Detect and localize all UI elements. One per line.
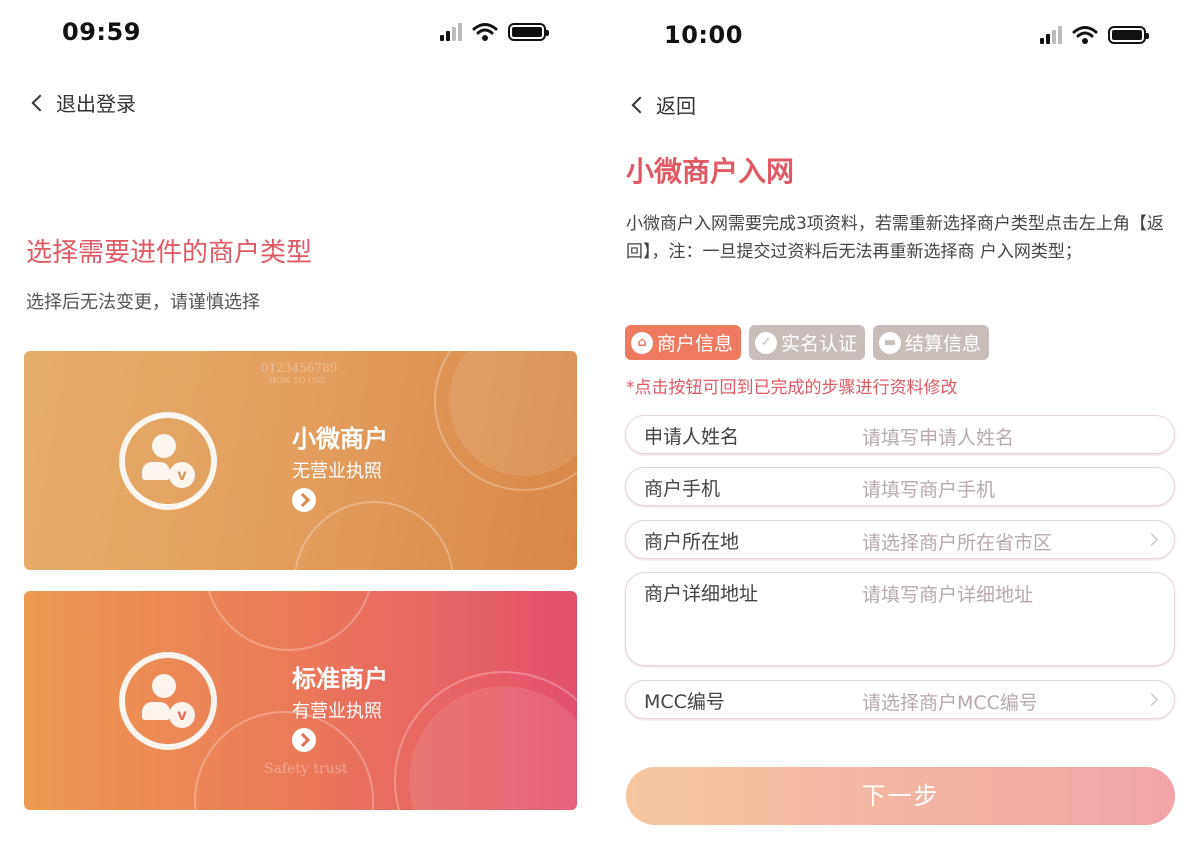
step-label: 结算信息 xyxy=(905,333,982,355)
merchant-phone-field[interactable]: 商户手机 请填写商户手机 xyxy=(625,467,1175,506)
field-label: MCC编号 xyxy=(644,691,725,713)
battery-icon xyxy=(508,23,549,41)
card-title: 标准商户 xyxy=(292,665,388,693)
card-subtitle: 无营业执照 xyxy=(292,461,382,482)
status-time: 10:00 xyxy=(664,21,743,49)
chevron-right-icon xyxy=(1145,693,1158,706)
field-placeholder: 请填写申请人姓名 xyxy=(862,427,1015,449)
field-label: 商户详细地址 xyxy=(644,583,759,605)
page-description: 小微商户入网需要完成3项资料，若需重新选择商户类型点击左上角【返回】，注：一旦提… xyxy=(626,214,1164,262)
field-placeholder: 请选择商户MCC编号 xyxy=(862,692,1038,714)
merchant-address-textarea[interactable]: 商户详细地址 请填写商户详细地址 xyxy=(625,572,1175,666)
page-subtitle: 选择后无法变更，请谨慎选择 xyxy=(26,292,260,313)
decorative-text: HOW TO USE xyxy=(269,376,326,385)
field-label: 商户手机 xyxy=(644,478,721,500)
decorative-text: 0123456789 xyxy=(261,361,338,375)
wifi-icon xyxy=(472,23,498,41)
step-settlement[interactable]: ▬ 结算信息 xyxy=(873,325,990,360)
arrow-right-icon[interactable] xyxy=(292,488,316,512)
field-label: 商户所在地 xyxy=(644,531,740,553)
merchant-location-select[interactable]: 商户所在地 请选择商户所在省市区 xyxy=(625,520,1175,559)
step-tabs: ⌂ 商户信息 ✓ 实名认证 ▬ 结算信息 xyxy=(625,325,990,360)
standard-merchant-card[interactable]: Safety trust v 标准商户 有营业执照 xyxy=(24,591,577,810)
home-icon: ⌂ xyxy=(631,331,653,354)
edit-hint: *点击按钮可回到已完成的步骤进行资料修改 xyxy=(626,378,958,398)
arrow-right-icon[interactable] xyxy=(292,728,316,752)
check-badge-icon: ✓ xyxy=(755,331,778,354)
logout-back-button[interactable]: 退出登录 xyxy=(31,88,136,117)
merchant-avatar-icon: v xyxy=(119,412,217,510)
cellular-signal-icon xyxy=(440,23,462,41)
step-real-name[interactable]: ✓ 实名认证 xyxy=(749,325,866,360)
back-button[interactable]: 返回 xyxy=(631,90,696,119)
step-label: 实名认证 xyxy=(781,333,858,355)
page-title: 选择需要进件的商户类型 xyxy=(26,238,313,268)
field-placeholder: 请填写商户手机 xyxy=(862,479,996,501)
chevron-right-icon xyxy=(1145,533,1158,546)
chevron-left-icon xyxy=(631,96,649,114)
step-label: 商户信息 xyxy=(657,333,734,355)
status-icons xyxy=(1040,25,1149,45)
card-subtitle: 有营业执照 xyxy=(292,701,382,722)
next-step-button[interactable]: 下一步 xyxy=(626,767,1175,825)
micro-merchant-card[interactable]: 0123456789 HOW TO USE v 小微商户 无营业执照 xyxy=(24,351,577,570)
status-time: 09:59 xyxy=(62,18,141,46)
field-placeholder: 请选择商户所在省市区 xyxy=(862,532,1053,554)
card-title: 小微商户 xyxy=(292,425,388,453)
step-merchant-info[interactable]: ⌂ 商户信息 xyxy=(625,325,742,360)
back-label: 返回 xyxy=(656,94,696,118)
card-icon: ▬ xyxy=(879,331,902,354)
decorative-circle xyxy=(204,591,374,651)
micro-merchant-form-screen: 10:00 返回 小微商户入网 小微商户入网需要完成3项资料，若需重新选择商户类… xyxy=(600,0,1200,858)
decorative-text: Safety trust xyxy=(264,761,348,777)
field-label: 申请人姓名 xyxy=(644,426,740,448)
chevron-left-icon xyxy=(31,94,49,112)
status-icons xyxy=(440,22,549,42)
page-title: 小微商户入网 xyxy=(626,155,795,188)
applicant-name-field[interactable]: 申请人姓名 请填写申请人姓名 xyxy=(625,415,1175,454)
field-placeholder: 请填写商户详细地址 xyxy=(862,584,1034,606)
logout-label: 退出登录 xyxy=(56,92,136,116)
cellular-signal-icon xyxy=(1040,26,1062,44)
decorative-circle xyxy=(294,501,454,570)
merchant-type-screen: 09:59 退出登录 选择需要进件的商户类型 选择后无法变更，请谨慎选择 012… xyxy=(0,0,600,858)
battery-icon xyxy=(1108,26,1149,44)
mcc-code-select[interactable]: MCC编号 请选择商户MCC编号 xyxy=(625,680,1175,719)
merchant-avatar-icon: v xyxy=(119,652,217,750)
wifi-icon xyxy=(1072,26,1098,44)
